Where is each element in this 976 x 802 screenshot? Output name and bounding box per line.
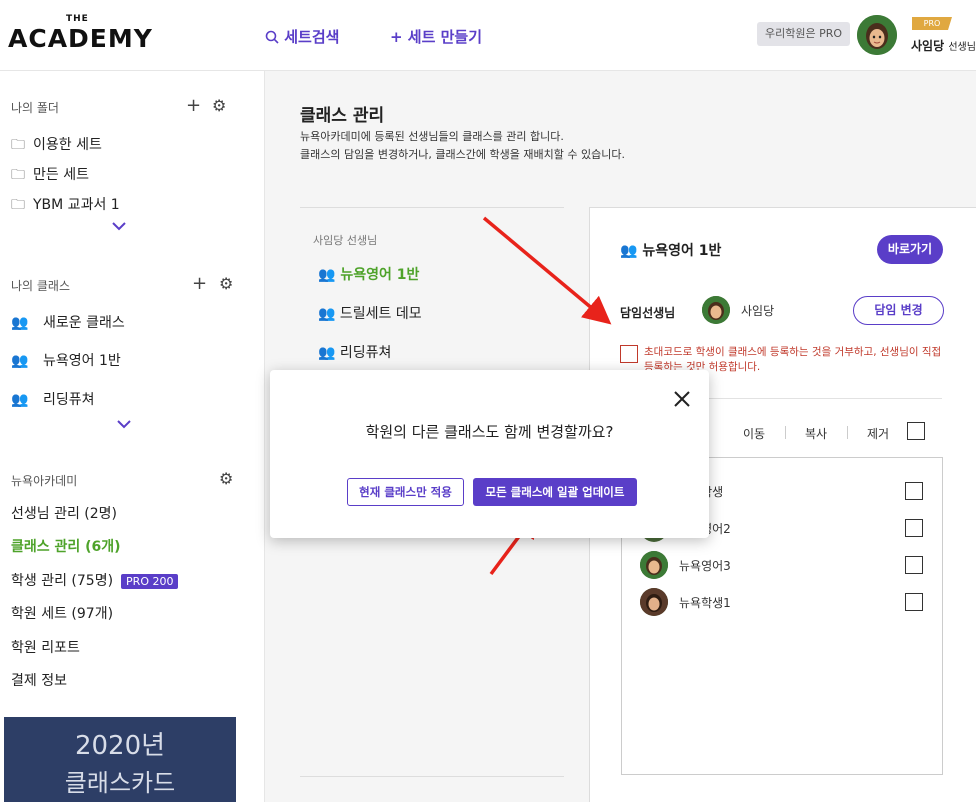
folder-icon: 🗀 (11, 137, 25, 153)
goto-class-button[interactable]: 바로가기 (877, 235, 943, 264)
classes-heading: 나의 클래스 (11, 279, 71, 293)
sidebar-class-label: 리딩퓨쳐 (43, 392, 95, 408)
select-all-checkbox[interactable] (907, 422, 925, 440)
sidebar-class-new[interactable]: 👥 새로운 클래스 (11, 312, 125, 332)
pro200-badge: PRO 200 (121, 573, 179, 589)
student-checkbox[interactable] (905, 556, 923, 574)
student-avatar (640, 588, 668, 616)
sidebar-academy-sets[interactable]: 학원 세트 (97개) (11, 603, 113, 623)
change-homeroom-button[interactable]: 담임 변경 (853, 296, 944, 325)
academy-settings-gear-icon[interactable]: ⚙ (219, 471, 233, 487)
user-name[interactable]: 사임당 선생님 (911, 37, 976, 54)
sidebar-billing[interactable]: 결제 정보 (11, 670, 67, 690)
users-icon: 👥 (11, 392, 29, 408)
user-suffix-text: 선생님 (948, 42, 976, 53)
class-list-item-drill[interactable]: 👥 드릴세트 데모 (318, 303, 422, 323)
remove-action[interactable]: 제거 (867, 425, 889, 442)
page-title: 클래스 관리 (300, 106, 385, 126)
users-icon: 👥 (620, 243, 638, 259)
student-checkbox[interactable] (905, 593, 923, 611)
class-settings-gear-icon[interactable]: ⚙ (219, 276, 233, 292)
sidebar-teacher-manage[interactable]: 선생님 관리 (2명) (11, 503, 117, 523)
copy-action[interactable]: 복사 (805, 425, 827, 442)
folder-settings-gear-icon[interactable]: ⚙ (212, 98, 226, 114)
move-action[interactable]: 이동 (743, 425, 765, 442)
sidebar-folder-ybm[interactable]: 🗀 YBM 교과서 1 (11, 194, 120, 218)
class-detail-title-text: 뉴욕영어 1반 (642, 243, 722, 259)
sidebar-student-manage-label: 학생 관리 (75명) (11, 573, 114, 589)
sidebar-folder-used-sets[interactable]: 🗀 이용한 세트 (11, 134, 102, 158)
user-avatar[interactable] (857, 15, 897, 55)
student-name: 뉴욕학생1 (679, 596, 731, 610)
student-name: 뉴욕영어3 (679, 559, 731, 573)
sidebar-folder-label: 만든 세트 (33, 167, 89, 183)
folder-icon: 🗀 (11, 167, 25, 183)
student-checkbox[interactable] (905, 519, 923, 537)
search-icon (265, 30, 279, 44)
action-divider (785, 426, 786, 439)
logo-the-text: THE (66, 14, 89, 24)
users-icon: 👥 (318, 345, 336, 361)
modal-question: 학원의 다른 클래스도 함께 변경할까요? (365, 423, 614, 441)
user-name-text: 사임당 (911, 39, 945, 53)
sidebar-folder-label: 이용한 세트 (33, 137, 102, 153)
promo-banner[interactable]: 2020년 클래스카드 (4, 717, 236, 802)
add-class-icon[interactable]: + (192, 275, 207, 293)
page-description-2: 클래스의 담임을 변경하거나, 클래스간에 학생을 재배치할 수 있습니다. (300, 148, 625, 161)
sidebar-class-readingfuture[interactable]: 👥 리딩퓨쳐 (11, 389, 95, 409)
classes-expand-chevron-down-icon[interactable] (117, 417, 131, 433)
teacher-label: 사임당 선생님 (313, 234, 378, 247)
class-list-label: 드릴세트 데모 (339, 306, 422, 322)
invite-block-checkbox[interactable] (620, 345, 638, 363)
nav-search-link[interactable]: 세트검색 (265, 26, 339, 47)
homeroom-avatar (702, 296, 730, 324)
homeroom-name: 사임당 (741, 304, 775, 318)
student-avatar (640, 551, 668, 579)
banner-line2: 클래스카드 (64, 769, 176, 797)
add-folder-icon[interactable]: + (186, 97, 201, 115)
user-pro-tag: PRO (912, 17, 952, 30)
sidebar-class-label: 뉴욕영어 1반 (43, 353, 121, 369)
folders-expand-chevron-down-icon[interactable] (112, 219, 126, 235)
class-list-item-reading[interactable]: 👥 리딩퓨쳐 (318, 342, 391, 362)
class-list-item-newyork1[interactable]: 👥 뉴욕영어 1반 (318, 264, 419, 284)
folder-icon: 🗀 (11, 197, 25, 213)
page-description-1: 뉴욕아카데미에 등록된 선생님들의 클래스를 관리 합니다. (300, 130, 564, 143)
class-detail-title: 👥 뉴욕영어 1반 (620, 240, 721, 260)
sidebar-class-newyork1[interactable]: 👥 뉴욕영어 1반 (11, 350, 121, 370)
sidebar: 나의 폴더 + ⚙ 🗀 이용한 세트 🗀 만든 세트 🗀 YBM 교과서 1 나의 클… (0, 71, 265, 802)
student-checkbox[interactable] (905, 482, 923, 500)
sidebar-class-label: 새로운 클래스 (43, 315, 125, 331)
logo-name-text: ACADEMY (8, 24, 153, 53)
folders-heading: 나의 폴더 (11, 101, 59, 115)
class-list-label: 뉴욕영어 1반 (340, 267, 420, 283)
class-list-label: 리딩퓨쳐 (339, 345, 392, 361)
bulk-update-all-classes-button[interactable]: 모든 클래스에 일괄 업데이트 (473, 478, 637, 506)
close-icon[interactable] (671, 388, 693, 410)
action-divider (847, 426, 848, 439)
nav-create-set-link[interactable]: + 세트 만들기 (390, 26, 482, 47)
nav-search-label: 세트검색 (284, 28, 340, 46)
users-icon: 👥 (318, 267, 336, 283)
app-header: THE ACADEMY 세트검색 + 세트 만들기 우리학원은 PRO PRO … (0, 0, 976, 71)
sidebar-class-manage[interactable]: 클래스 관리 (6개) (11, 536, 121, 556)
confirm-modal: 학원의 다른 클래스도 함께 변경할까요? 현재 클래스만 적용 모든 클래스에… (270, 370, 709, 538)
users-icon: 👥 (11, 353, 29, 369)
users-icon: 👥 (11, 315, 29, 331)
sidebar-folder-label: YBM 교과서 1 (33, 197, 120, 213)
sidebar-student-manage[interactable]: 학생 관리 (75명) PRO 200 (11, 570, 179, 590)
banner-line1: 2020년 (74, 731, 166, 761)
homeroom-label: 담임선생님 (620, 306, 676, 320)
academy-pro-chip: 우리학원은 PRO (757, 22, 851, 46)
sidebar-academy-report[interactable]: 학원 리포트 (11, 637, 80, 657)
apply-current-class-button[interactable]: 현재 클래스만 적용 (347, 478, 464, 506)
users-icon: 👥 (318, 306, 336, 322)
sidebar-folder-made-sets[interactable]: 🗀 만든 세트 (11, 164, 89, 188)
academy-heading: 뉴욕아카데미 (11, 474, 78, 488)
